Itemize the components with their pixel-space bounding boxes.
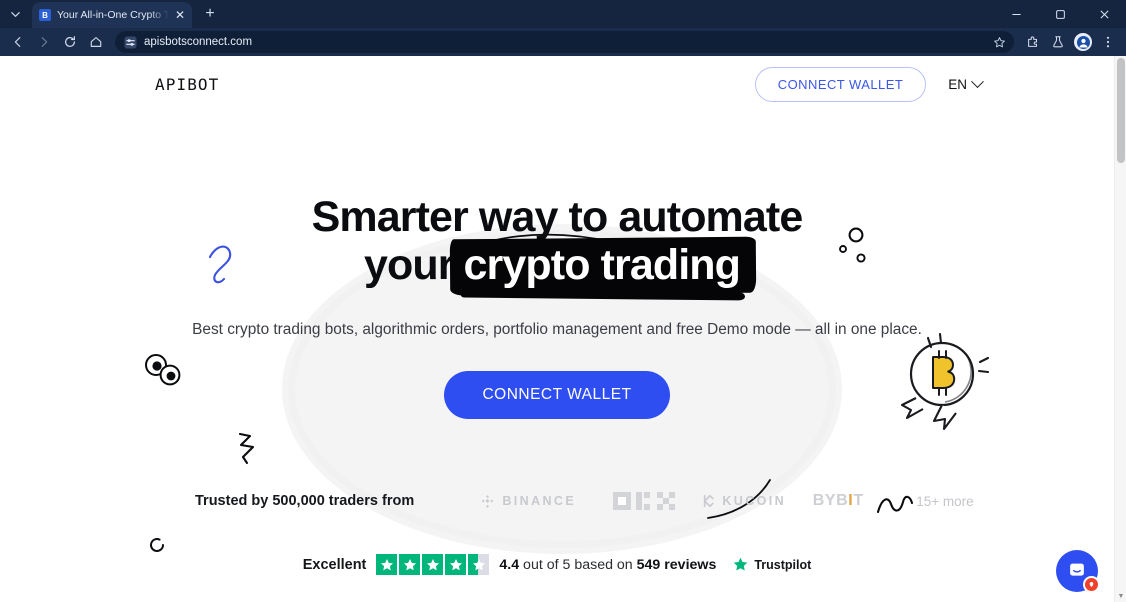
notification-badge-icon bbox=[1083, 576, 1100, 593]
back-arrow-icon[interactable] bbox=[6, 30, 30, 54]
trustpilot-star-icon bbox=[734, 557, 748, 571]
window-controls bbox=[994, 0, 1126, 28]
reload-icon[interactable] bbox=[58, 30, 82, 54]
close-icon[interactable]: ✕ bbox=[175, 9, 185, 21]
chevron-down-icon bbox=[971, 74, 984, 88]
site-header: APIBOT CONNECT WALLET EN bbox=[0, 56, 1114, 112]
hero-cta-wrapper: CONNECT WALLET bbox=[0, 371, 1114, 420]
browser-window: B Your All-in-One Crypto Trading ✕ + bbox=[0, 0, 1126, 602]
small-circle-doodle-left bbox=[150, 538, 164, 552]
chat-widget-button[interactable] bbox=[1056, 550, 1100, 593]
trustpilot-score: 4.4 bbox=[499, 556, 520, 573]
trustpilot-star-filled bbox=[445, 554, 467, 575]
hero-connect-wallet-button[interactable]: CONNECT WALLET bbox=[444, 371, 670, 420]
binance-logo: BINANCE bbox=[462, 494, 594, 509]
kucoin-logo: KUCOIN bbox=[694, 494, 794, 508]
trustpilot-review-count: 549 reviews bbox=[636, 556, 717, 573]
headline-plain-text: your bbox=[363, 241, 454, 290]
trustpilot-brand[interactable]: Trustpilot bbox=[732, 556, 811, 573]
address-bar-url: apisbotsconnect.com bbox=[144, 36, 253, 48]
close-icon[interactable] bbox=[1082, 0, 1126, 28]
tab-strip: B Your All-in-One Crypto Trading ✕ + bbox=[0, 0, 1126, 28]
trustpilot-star-partial bbox=[468, 554, 490, 575]
more-exchanges-label[interactable]: 15+ more bbox=[916, 494, 973, 509]
language-label: EN bbox=[948, 76, 967, 92]
address-bar[interactable]: apisbotsconnect.com bbox=[115, 31, 1014, 53]
toolbar-actions bbox=[1021, 30, 1120, 54]
page-title: Smarter way to automate your crypto tradi… bbox=[0, 194, 1114, 293]
home-icon[interactable] bbox=[84, 30, 108, 54]
landing-page: APIBOT CONNECT WALLET EN Smarter way to … bbox=[0, 56, 1114, 602]
headline-line-1: Smarter way to automate bbox=[311, 193, 804, 241]
trustpilot-star-filled bbox=[376, 554, 398, 575]
tune-sliders-icon[interactable] bbox=[123, 35, 137, 49]
language-selector[interactable]: EN bbox=[948, 74, 984, 92]
header-connect-wallet-button[interactable]: CONNECT WALLET bbox=[754, 66, 927, 102]
scrollbar-thumb[interactable] bbox=[1117, 58, 1125, 163]
trustpilot-brand-name: Trustpilot bbox=[754, 557, 812, 572]
zigzag-doodle-left bbox=[238, 432, 255, 465]
site-favicon: B bbox=[39, 9, 51, 21]
scroll-down-arrow-icon[interactable]: ▼ bbox=[1115, 590, 1126, 602]
hero-subtitle: Best crypto trading bots, algorithmic or… bbox=[192, 320, 922, 338]
okx-logo bbox=[594, 492, 694, 510]
trustpilot-rating-word: Excellent bbox=[302, 556, 367, 573]
page-viewport: APIBOT CONNECT WALLET EN Smarter way to … bbox=[0, 56, 1126, 602]
flask-icon[interactable] bbox=[1046, 30, 1070, 54]
trustpilot-score-mid: out of 5 based on bbox=[519, 556, 637, 573]
binance-logo-text: BINANCE bbox=[502, 494, 577, 508]
extensions-puzzle-icon[interactable] bbox=[1021, 30, 1045, 54]
header-actions: CONNECT WALLET EN bbox=[754, 66, 1114, 102]
bybit-logo: BYBIT bbox=[812, 492, 864, 509]
trustpilot-star-filled bbox=[422, 554, 444, 575]
trustpilot-score-text: 4.4 out of 5 based on 549 reviews bbox=[499, 557, 716, 573]
trustpilot-stars bbox=[376, 554, 490, 575]
trusted-by-label: Trusted by 500,000 traders from bbox=[195, 493, 415, 509]
maximize-icon[interactable] bbox=[1038, 0, 1082, 28]
trustpilot-star-filled bbox=[399, 554, 421, 575]
trustpilot-rating: Excellent 4.4 out of 5 based on 549 revi… bbox=[0, 554, 1114, 575]
minimize-icon[interactable] bbox=[994, 0, 1038, 28]
page-scrollbar[interactable]: ▲ ▼ bbox=[1114, 56, 1126, 602]
forward-arrow-icon bbox=[32, 30, 56, 54]
star-icon[interactable] bbox=[992, 35, 1006, 49]
kucoin-logo-text: KUCOIN bbox=[722, 494, 787, 508]
tab-title: Your All-in-One Crypto Trading bbox=[57, 9, 169, 21]
browser-toolbar: apisbotsconnect.com bbox=[0, 28, 1126, 56]
site-logo[interactable]: APIBOT bbox=[155, 75, 219, 94]
plus-icon[interactable]: + bbox=[197, 1, 223, 27]
headline-line-2: your crypto trading bbox=[0, 240, 1114, 292]
browser-tab[interactable]: B Your All-in-One Crypto Trading ✕ bbox=[32, 2, 192, 28]
trusted-by-row: Trusted by 500,000 traders from BINANCE bbox=[0, 492, 1114, 510]
tab-search-chevron-icon[interactable] bbox=[2, 1, 28, 27]
headline-highlight-text: crypto trading bbox=[454, 240, 750, 292]
profile-avatar-icon[interactable] bbox=[1071, 30, 1095, 54]
three-dot-menu-icon[interactable] bbox=[1096, 30, 1120, 54]
exchange-logo-list: BINANCE KUCOIN BYBIT 15+ more bbox=[462, 492, 974, 510]
